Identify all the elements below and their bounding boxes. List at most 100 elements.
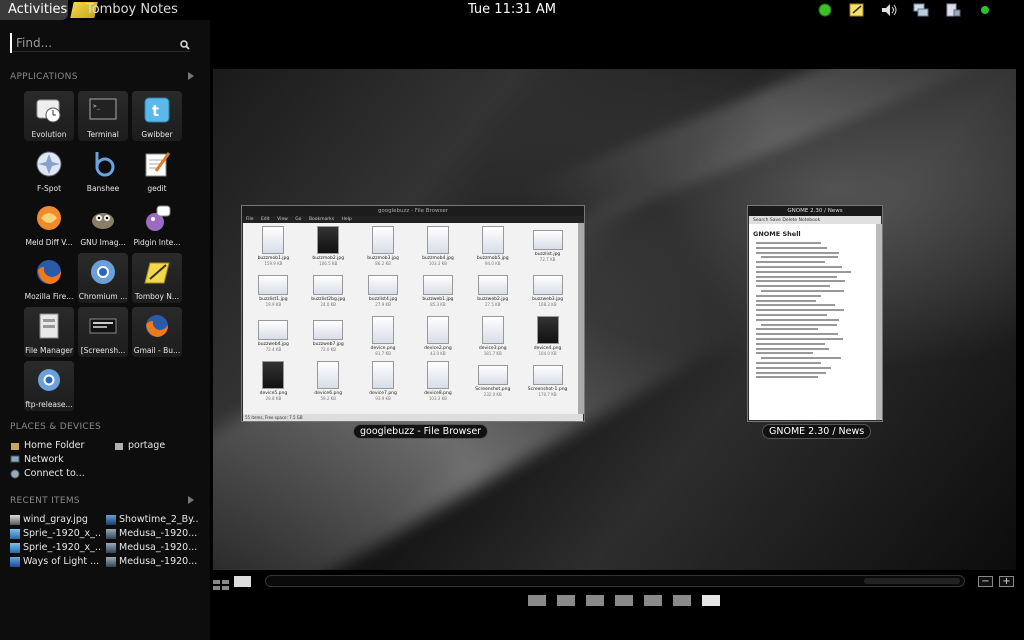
- activities-button[interactable]: Activities: [0, 0, 68, 20]
- app-gwibber[interactable]: t Gwibber: [132, 91, 182, 141]
- app-label: Chromium ...: [78, 292, 128, 301]
- file-item[interactable]: buzzweb3.jpg 168.3 KB: [521, 271, 574, 316]
- window-caption[interactable]: googlebuzz - File Browser: [353, 424, 489, 439]
- workspace-thumbnail[interactable]: [528, 595, 546, 606]
- file-item[interactable]: buzzlist2bg.jpg 24.0 KB: [302, 271, 355, 316]
- recent-item[interactable]: Medusa_-1920...: [106, 542, 198, 553]
- file-item[interactable]: device7.png 93.9 KB: [357, 361, 410, 406]
- zoom-in-button[interactable]: +: [999, 576, 1014, 587]
- app-screenshot[interactable]: [Screensh...: [78, 307, 128, 357]
- place-home-folder[interactable]: Home Folder: [10, 440, 84, 451]
- file-thumbnail: [372, 361, 395, 389]
- file-item[interactable]: device5.png 29.8 KB: [247, 361, 300, 406]
- app-firefox[interactable]: Mozilla Fire...: [24, 253, 74, 303]
- volume-icon[interactable]: [880, 1, 898, 19]
- file-item[interactable]: buzzmob2.jpg 106.5 KB: [302, 226, 355, 271]
- single-view-icon[interactable]: [234, 576, 251, 587]
- file-item[interactable]: buzzmob4.jpg 103.3 KB: [411, 226, 464, 271]
- meld-icon: [33, 202, 65, 234]
- workspace-thumbnail[interactable]: [586, 595, 604, 606]
- app-menu[interactable]: Tomboy Notes: [70, 0, 178, 20]
- search-input[interactable]: [10, 33, 170, 53]
- file-item[interactable]: buzzmob5.jpg 94.0 KB: [466, 226, 519, 271]
- file-item[interactable]: buzzweb7.jpg 72.0 KB: [302, 316, 355, 361]
- file-item[interactable]: buzzweb1.jpg 85.3 KB: [411, 271, 464, 316]
- file-item[interactable]: device3.png 181.7 KB: [466, 316, 519, 361]
- file-item[interactable]: buzzweb4.jpg 72.4 KB: [247, 316, 300, 361]
- applications-expand-arrow[interactable]: [188, 72, 194, 80]
- file-item[interactable]: buzzmob1.jpg 159.9 KB: [247, 226, 300, 271]
- recent-item[interactable]: Sprie_-1920_x_...: [10, 542, 102, 553]
- app-gimp[interactable]: GNU Imag...: [78, 199, 128, 249]
- file-thumbnail: [532, 230, 563, 250]
- file-thumbnail: [368, 275, 399, 295]
- recent-expand-arrow[interactable]: [188, 496, 194, 504]
- recent-item[interactable]: wind_gray.jpg: [10, 514, 102, 525]
- app-chromium[interactable]: Chromium ...: [78, 253, 128, 303]
- file-item[interactable]: device8.png 103.3 KB: [411, 361, 464, 406]
- place-network[interactable]: Network: [10, 454, 64, 465]
- file-item[interactable]: Screenshot.png 232.0 KB: [466, 361, 519, 406]
- notes-icon[interactable]: [848, 1, 866, 19]
- workspace-scrollbar[interactable]: [265, 575, 965, 587]
- file-grid: buzzmob1.jpg 159.9 KB buzzmob2.jpg 106.5 KB…: [243, 223, 578, 414]
- window-scrollbar: [876, 224, 882, 420]
- app-banshee[interactable]: Banshee: [78, 145, 128, 195]
- green-status-icon[interactable]: [816, 1, 834, 19]
- workspace-thumbnail[interactable]: [702, 595, 720, 606]
- menu-item: Bookmarks: [308, 217, 335, 222]
- clock[interactable]: Tue 11:31 AM: [468, 2, 556, 17]
- app-fspot[interactable]: F-Spot: [24, 145, 74, 195]
- file-item[interactable]: buzzweb2.jpg 27.5 KB: [466, 271, 519, 316]
- file-item[interactable]: buzzlist4.jpg 27.9 KB: [357, 271, 410, 316]
- zoom-out-button[interactable]: −: [978, 576, 993, 587]
- app-tomboy[interactable]: Tomboy N...: [132, 253, 182, 303]
- network-icon[interactable]: [912, 1, 930, 19]
- recent-item[interactable]: Showtime_2_By...: [106, 514, 198, 525]
- app-meld[interactable]: Meld Diff V...: [24, 199, 74, 249]
- app-pidgin[interactable]: Pidgin Inte...: [132, 199, 182, 249]
- window-news-note[interactable]: GNOME 2.30 / News Search Save Delete Not…: [747, 205, 883, 422]
- search-icon[interactable]: [180, 35, 190, 54]
- pidgin-icon: [141, 202, 173, 234]
- app-gmail-firefox[interactable]: Gmail - Bu...: [132, 307, 182, 357]
- file-item[interactable]: buzzlist.jpg 72.7 KB: [521, 226, 574, 271]
- file-item[interactable]: device.png 81.7 KB: [357, 316, 410, 361]
- note-text-line: [756, 376, 818, 379]
- workspace-thumbnail[interactable]: [557, 595, 575, 606]
- ftp-icon: [33, 364, 65, 396]
- app-evolution[interactable]: Evolution: [24, 91, 74, 141]
- app-ftp-release[interactable]: ftp-release...: [24, 361, 74, 411]
- place-portage[interactable]: portage: [114, 440, 165, 451]
- place-connect[interactable]: Connect to...: [10, 468, 85, 479]
- workspace-overview[interactable]: googlebuzz - File Browser File Edit View…: [213, 69, 1016, 570]
- window-caption[interactable]: GNOME 2.30 / News: [762, 424, 872, 439]
- recent-item[interactable]: Ways of Light ...: [10, 556, 102, 567]
- grid-view-icon[interactable]: [213, 576, 230, 590]
- svg-text:t: t: [152, 102, 159, 120]
- recent-item[interactable]: Medusa_-1920...: [106, 556, 198, 567]
- app-file-manager[interactable]: File Manager: [24, 307, 74, 357]
- workspace-thumbnail[interactable]: [673, 595, 691, 606]
- file-item[interactable]: buzzmob3.jpg 86.2 KB: [357, 226, 410, 271]
- recent-label: Sprie_-1920_x_...: [23, 542, 102, 553]
- file-thumbnail: [258, 320, 289, 340]
- file-item[interactable]: buzzlist1.jpg 19.9 KB: [247, 271, 300, 316]
- app-terminal[interactable]: >_ Terminal: [78, 91, 128, 141]
- file-item[interactable]: Screenshot-1.png 170.7 KB: [521, 361, 574, 406]
- app-label: F-Spot: [36, 184, 62, 193]
- menu-item: Help: [341, 217, 352, 222]
- file-item[interactable]: device4.png 104.0 KB: [521, 316, 574, 361]
- battery-icon[interactable]: [944, 1, 962, 19]
- file-item[interactable]: device6.png 59.2 KB: [302, 361, 355, 406]
- user-status-icon[interactable]: [976, 1, 994, 19]
- workspace-thumbnail[interactable]: [644, 595, 662, 606]
- workspace-thumbnail[interactable]: [615, 595, 633, 606]
- file-item[interactable]: device2.png 43.0 KB: [411, 316, 464, 361]
- note-text-line: [761, 256, 839, 259]
- window-file-browser[interactable]: googlebuzz - File Browser File Edit View…: [241, 205, 585, 422]
- scrollbar-thumb[interactable]: [864, 578, 960, 584]
- recent-item[interactable]: Medusa_-1920...: [106, 528, 198, 539]
- app-gedit[interactable]: gedit: [132, 145, 182, 195]
- recent-item[interactable]: Sprie_-1920_x_...: [10, 528, 102, 539]
